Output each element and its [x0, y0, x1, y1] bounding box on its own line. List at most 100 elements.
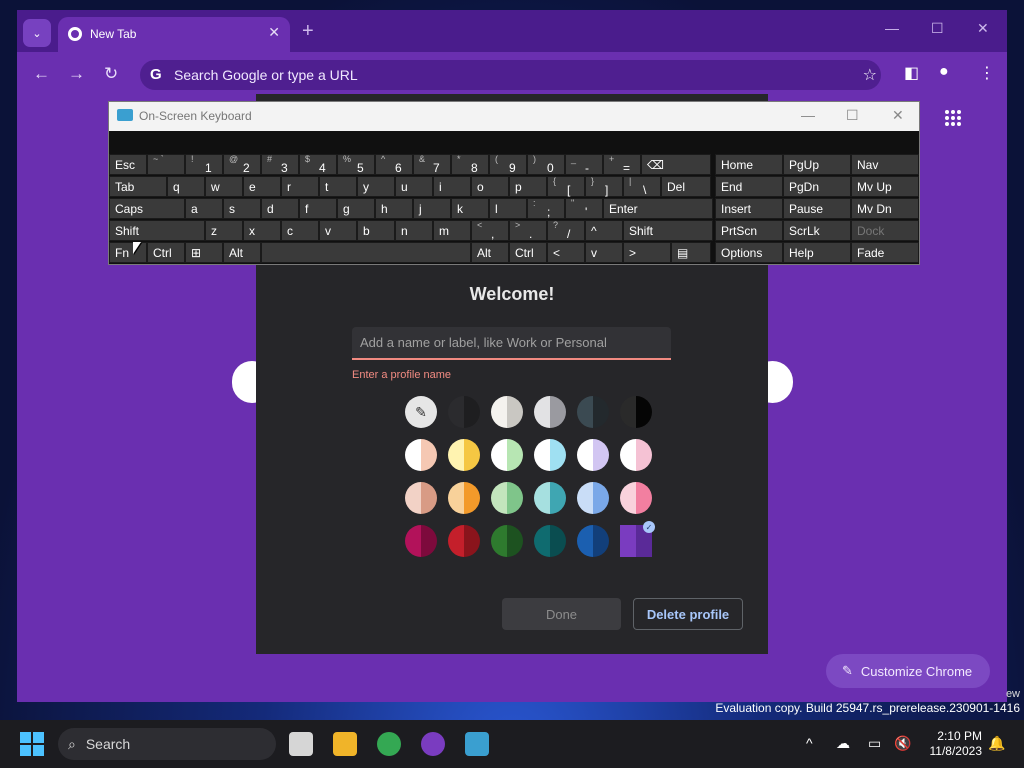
color-swatch[interactable] — [405, 525, 437, 557]
osk-key[interactable]: r — [281, 176, 319, 197]
chevron-up-icon[interactable]: ^ — [806, 735, 813, 751]
bookmark-star-icon[interactable]: ☆ — [863, 65, 877, 85]
color-swatch[interactable] — [448, 482, 480, 514]
osk-key[interactable]: <, — [471, 220, 509, 241]
color-swatch[interactable]: ✓ — [620, 521, 655, 557]
color-swatch[interactable] — [491, 439, 523, 471]
osk-key[interactable]: >. — [509, 220, 547, 241]
osk-key[interactable]: s — [223, 198, 261, 219]
osk-key[interactable]: z — [205, 220, 243, 241]
color-swatch[interactable] — [448, 439, 480, 471]
osk-key[interactable]: Del — [661, 176, 711, 197]
osk-key[interactable]: _ - — [565, 154, 603, 175]
osk-key[interactable]: & 7 — [413, 154, 451, 175]
profile-name-input[interactable] — [352, 327, 671, 360]
osk-nav-key[interactable]: ScrLk — [783, 220, 851, 241]
osk-close-button[interactable]: ✕ — [892, 107, 904, 124]
osk-key[interactable]: w — [205, 176, 243, 197]
onedrive-icon[interactable]: ☁ — [836, 735, 850, 752]
osk-key[interactable]: % 5 — [337, 154, 375, 175]
osk-key[interactable]: n — [395, 220, 433, 241]
done-button[interactable]: Done — [502, 598, 621, 630]
color-swatch[interactable] — [620, 439, 652, 471]
osk-key[interactable]: < — [547, 242, 585, 263]
osk-key[interactable]: a — [185, 198, 223, 219]
osk-key[interactable]: j — [413, 198, 451, 219]
osk-key[interactable]: v — [319, 220, 357, 241]
color-swatch[interactable] — [577, 396, 609, 428]
osk-key[interactable]: (9 — [489, 154, 527, 175]
osk-key[interactable]: Ctrl — [509, 242, 547, 263]
osk-nav-key[interactable]: Home — [715, 154, 783, 175]
taskbar-search[interactable]: ⌕ Search — [58, 728, 276, 760]
osk-key[interactable]: g — [337, 198, 375, 219]
osk-nav-key[interactable]: Insert — [715, 198, 783, 219]
google-apps-icon[interactable] — [945, 110, 961, 126]
new-tab-button[interactable]: + — [302, 20, 314, 43]
osk-key[interactable]: ! 1 — [185, 154, 223, 175]
osk-nav-key[interactable]: Fade — [851, 242, 919, 263]
osk-key[interactable]: ⌫ — [641, 154, 711, 175]
osk-key[interactable]: ~ ` — [147, 154, 185, 175]
osk-key[interactable]: Caps — [109, 198, 185, 219]
color-swatch[interactable] — [577, 439, 609, 471]
osk-key[interactable]: ^ 6 — [375, 154, 413, 175]
osk-nav-key[interactable]: Pause — [783, 198, 851, 219]
osk-key[interactable]: e — [243, 176, 281, 197]
color-swatch[interactable] — [620, 396, 652, 428]
color-swatch[interactable] — [405, 482, 437, 514]
color-swatch[interactable] — [448, 396, 480, 428]
back-arrow-icon[interactable]: ← — [33, 64, 50, 84]
osk-nav-key[interactable]: PgDn — [783, 176, 851, 197]
network-icon[interactable]: ▭ — [868, 735, 881, 752]
osk-key[interactable]: v — [585, 242, 623, 263]
close-window-button[interactable]: ✕ — [977, 20, 989, 37]
chrome-profile-icon[interactable] — [421, 732, 445, 756]
side-panel-icon[interactable]: ◧ — [904, 63, 919, 83]
maximize-button[interactable]: ☐ — [931, 20, 944, 37]
osk-key[interactable]: Enter — [603, 198, 713, 219]
osk-key[interactable] — [261, 242, 471, 263]
osk-minimize-button[interactable]: — — [801, 107, 815, 123]
osk-title-bar[interactable]: On-Screen Keyboard — ☐ ✕ — [109, 102, 919, 131]
osk-key[interactable]: o — [471, 176, 509, 197]
notification-bell-icon[interactable]: 🔔 — [988, 735, 1005, 752]
windows-start-icon[interactable] — [20, 732, 44, 756]
osk-key[interactable]: Ctrl — [147, 242, 185, 263]
osk-key[interactable]: | \ — [623, 176, 661, 197]
color-swatch[interactable] — [534, 482, 566, 514]
osk-key[interactable]: x — [243, 220, 281, 241]
color-swatch[interactable] — [534, 439, 566, 471]
osk-key[interactable]: p — [509, 176, 547, 197]
file-explorer-icon[interactable] — [333, 732, 357, 756]
osk-key[interactable]: ) 0 — [527, 154, 565, 175]
customize-chrome-button[interactable]: ✎ Customize Chrome — [826, 654, 990, 688]
volume-muted-icon[interactable]: 🔇 — [894, 735, 911, 752]
osk-nav-key[interactable]: Help — [783, 242, 851, 263]
osk-nav-key[interactable]: PrtScn — [715, 220, 783, 241]
osk-key[interactable]: + = — [603, 154, 641, 175]
osk-key[interactable]: $4 — [299, 154, 337, 175]
osk-key[interactable]: ^ — [585, 220, 623, 241]
on-screen-keyboard-taskbar-icon[interactable] — [465, 732, 489, 756]
clock[interactable]: 2:10 PM 11/8/2023 — [930, 729, 983, 759]
color-swatch[interactable] — [577, 482, 609, 514]
osk-nav-key[interactable]: Mv Up — [851, 176, 919, 197]
color-swatch[interactable] — [491, 482, 523, 514]
color-swatch[interactable] — [534, 525, 566, 557]
profile-avatar-icon[interactable]: ● — [939, 63, 949, 81]
osk-key[interactable]: u — [395, 176, 433, 197]
osk-key[interactable]: c — [281, 220, 319, 241]
osk-key[interactable]: b — [357, 220, 395, 241]
task-view-icon[interactable] — [289, 732, 313, 756]
osk-key[interactable]: Esc — [109, 154, 147, 175]
osk-key[interactable]: }] — [585, 176, 623, 197]
color-swatch[interactable] — [577, 525, 609, 557]
tab-new-tab[interactable]: New Tab ✕ — [58, 17, 290, 52]
color-swatch[interactable] — [448, 525, 480, 557]
osk-key[interactable]: @2 — [223, 154, 261, 175]
osk-key[interactable]: Shift — [623, 220, 713, 241]
osk-key[interactable]: y — [357, 176, 395, 197]
osk-nav-key[interactable]: PgUp — [783, 154, 851, 175]
osk-key[interactable]: ? / — [547, 220, 585, 241]
